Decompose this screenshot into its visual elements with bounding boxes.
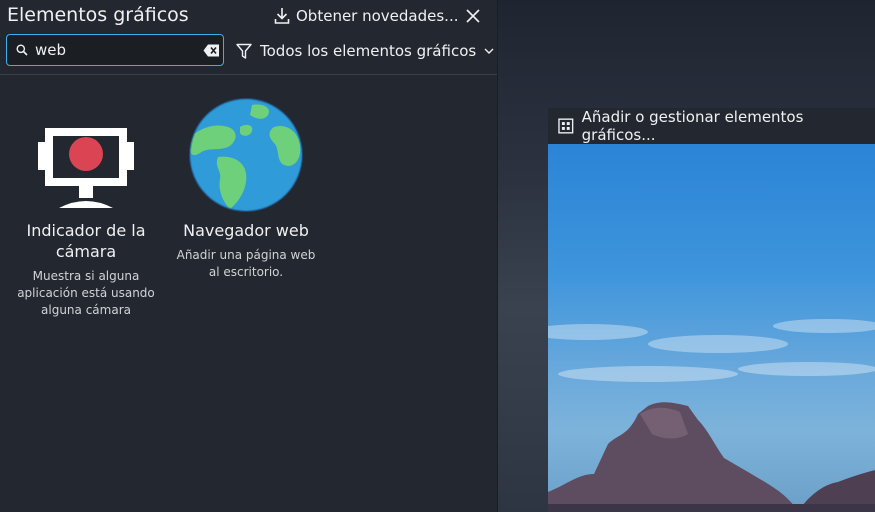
widgets-panel: Elementos gráficos Obtener novedades... … xyxy=(0,0,498,512)
divider xyxy=(0,74,497,75)
chevron-down-icon xyxy=(484,48,494,54)
widget-name: Indicador de la cámara xyxy=(26,221,146,261)
add-widgets-window-title[interactable]: Añadir o gestionar elementos gráficos... xyxy=(548,108,875,144)
get-new-widgets-button[interactable]: Obtener novedades... xyxy=(274,5,458,27)
widget-name: Navegador web xyxy=(183,221,309,240)
get-new-label: Obtener novedades... xyxy=(296,7,459,25)
widget-description: Añadir una página web al escritorio. xyxy=(176,248,316,279)
search-input[interactable] xyxy=(35,39,195,61)
clear-text-icon[interactable] xyxy=(203,44,220,57)
download-icon xyxy=(274,8,290,24)
search-icon xyxy=(16,44,28,56)
filter-icon xyxy=(236,43,252,59)
panel-title: Elementos gráficos xyxy=(7,4,189,26)
widget-item-camera-indicator[interactable]: Indicador de la cámara Muestra si alguna… xyxy=(11,100,161,319)
widget-category-filter[interactable]: Todos los elementos gráficos xyxy=(236,37,494,65)
search-field[interactable] xyxy=(6,34,224,66)
widget-description: Muestra si alguna aplicación está usando… xyxy=(17,269,155,317)
close-panel-button[interactable] xyxy=(462,5,484,27)
wallpaper-preview xyxy=(548,144,875,512)
globe-icon xyxy=(189,98,303,212)
camera-indicator-icon xyxy=(38,128,134,208)
wallpaper-landscape xyxy=(548,319,875,512)
window-title-text: Añadir o gestionar elementos gráficos... xyxy=(581,108,804,144)
close-icon xyxy=(466,9,480,23)
widget-item-web-browser[interactable]: Navegador web Añadir una página web al e… xyxy=(171,98,321,281)
filter-label: Todos los elementos gráficos xyxy=(260,42,477,60)
widgets-grid-icon xyxy=(558,118,574,134)
